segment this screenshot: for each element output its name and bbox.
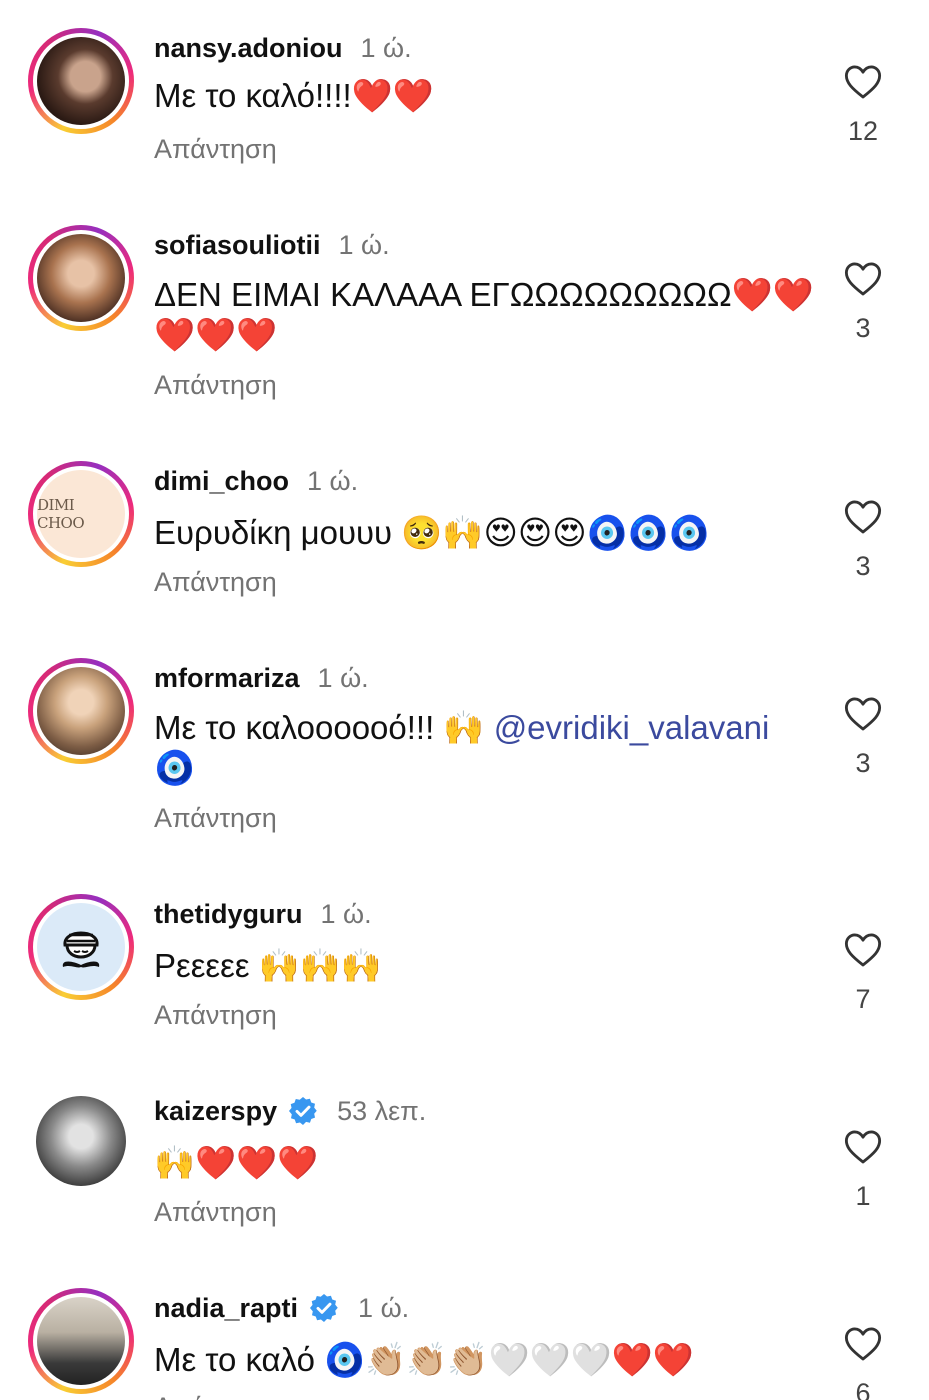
- comments-list: nansy.adoniou 1 ώ. Με το καλό!!!!❤️❤️ Απ…: [0, 0, 929, 1400]
- like-button[interactable]: 3: [830, 261, 896, 344]
- like-count: 6: [855, 1378, 871, 1400]
- comment-text: Με το καλό 🧿👏🏼👏🏼👏🏼🤍🤍🤍❤️❤️: [154, 1341, 694, 1378]
- reply-button[interactable]: Απάντηση: [154, 370, 277, 401]
- timestamp: 1 ώ.: [360, 32, 412, 63]
- comment-item: sofiasouliotii 1 ώ. ΔΕΝ ΕΙΜΑΙ ΚΑΛΑΑΑ ΕΓΩ…: [0, 225, 929, 435]
- timestamp: 53 λεπ.: [337, 1095, 427, 1126]
- like-count: 3: [855, 313, 871, 343]
- like-button[interactable]: 3: [830, 696, 896, 779]
- heart-icon[interactable]: [844, 499, 882, 535]
- reply-button[interactable]: Απάντηση: [154, 1000, 277, 1031]
- timestamp: 1 ώ.: [307, 465, 359, 496]
- like-button[interactable]: 7: [830, 932, 896, 1015]
- like-count: 1: [855, 1181, 871, 1211]
- username[interactable]: sofiasouliotii: [154, 230, 321, 261]
- timestamp: 1 ώ.: [320, 898, 372, 929]
- avatar[interactable]: DIMI CHOO: [28, 461, 134, 567]
- heart-icon[interactable]: [844, 64, 882, 100]
- username[interactable]: thetidyguru: [154, 899, 303, 930]
- reply-button[interactable]: Απάντηση: [154, 803, 277, 834]
- comment-text: Ρεεεεε 🙌🙌🙌: [154, 947, 383, 984]
- reply-button[interactable]: Απάντηση: [154, 1197, 277, 1228]
- heart-icon[interactable]: [844, 1129, 882, 1165]
- timestamp: 1 ώ.: [358, 1292, 410, 1323]
- avatar-logo-text: DIMI CHOO: [37, 496, 85, 532]
- comment-text: Με το καλοοοοοό!!! 🙌 @evridiki_valavani …: [154, 708, 794, 788]
- like-button[interactable]: 3: [830, 499, 896, 582]
- heart-icon[interactable]: [844, 261, 882, 297]
- avatar[interactable]: [28, 658, 134, 764]
- like-button[interactable]: 1: [830, 1129, 896, 1212]
- comment-item: nadia_rapti 1 ώ. Με το καλό 🧿👏🏼👏🏼👏🏼🤍🤍🤍❤️…: [0, 1288, 929, 1400]
- mention-link[interactable]: @evridiki_valavani: [494, 709, 770, 746]
- heart-icon[interactable]: [844, 696, 882, 732]
- comment-item: mformariza 1 ώ. Με το καλοοοοοό!!! 🙌 @ev…: [0, 658, 929, 868]
- like-count: 12: [847, 116, 879, 146]
- comment-item: DIMI CHOO dimi_choo 1 ώ. Ευρυδίκη μουυυ …: [0, 461, 929, 631]
- avatar[interactable]: [28, 225, 134, 331]
- comment-text: ΔΕΝ ΕΙΜΑΙ ΚΑΛΑΑΑ ΕΓΩΩΩΩΩΩΩΩΩ❤️❤️❤️❤️❤️: [154, 276, 814, 353]
- reply-button[interactable]: Απάντηση: [154, 134, 277, 165]
- reply-button[interactable]: Απάντηση: [154, 567, 277, 598]
- like-button[interactable]: 12: [830, 64, 896, 147]
- username[interactable]: kaizerspy: [154, 1096, 277, 1127]
- username[interactable]: nadia_rapti: [154, 1293, 298, 1324]
- heart-icon[interactable]: [844, 1326, 882, 1362]
- verified-badge-icon: [289, 1097, 317, 1125]
- comment-text: Ευρυδίκη μουυυ 🥺🙌😍😍😍🧿🧿🧿: [154, 514, 710, 551]
- like-count: 3: [855, 551, 871, 581]
- like-button[interactable]: 6: [830, 1326, 896, 1400]
- comment-text-part: Με το καλοοοοοό!!! 🙌: [154, 709, 494, 746]
- like-count: 7: [855, 984, 871, 1014]
- reply-button[interactable]: Απάντηση: [154, 1392, 277, 1400]
- avatar[interactable]: [28, 28, 134, 134]
- comment-text: 🙌❤️❤️❤️: [154, 1144, 319, 1181]
- turban-face-icon: [62, 931, 100, 968]
- username[interactable]: mformariza: [154, 663, 300, 694]
- timestamp: 1 ώ.: [317, 662, 369, 693]
- avatar[interactable]: [28, 894, 134, 1000]
- avatar[interactable]: [28, 1288, 134, 1394]
- username[interactable]: nansy.adoniou: [154, 33, 343, 64]
- comment-text-part: 🧿: [154, 749, 196, 786]
- comment-text: Με το καλό!!!!❤️❤️: [154, 77, 434, 114]
- comment-item: kaizerspy 53 λεπ. 🙌❤️❤️❤️ Απάντηση 1: [0, 1091, 929, 1261]
- comment-item: nansy.adoniou 1 ώ. Με το καλό!!!!❤️❤️ Απ…: [0, 28, 929, 198]
- avatar[interactable]: [28, 1091, 134, 1197]
- like-count: 3: [855, 748, 871, 778]
- timestamp: 1 ώ.: [338, 229, 390, 260]
- heart-icon[interactable]: [844, 932, 882, 968]
- verified-badge-icon: [310, 1294, 338, 1322]
- comment-item: thetidyguru 1 ώ. Ρεεεεε 🙌🙌🙌 Απάντηση 7: [0, 894, 929, 1064]
- username[interactable]: dimi_choo: [154, 466, 289, 497]
